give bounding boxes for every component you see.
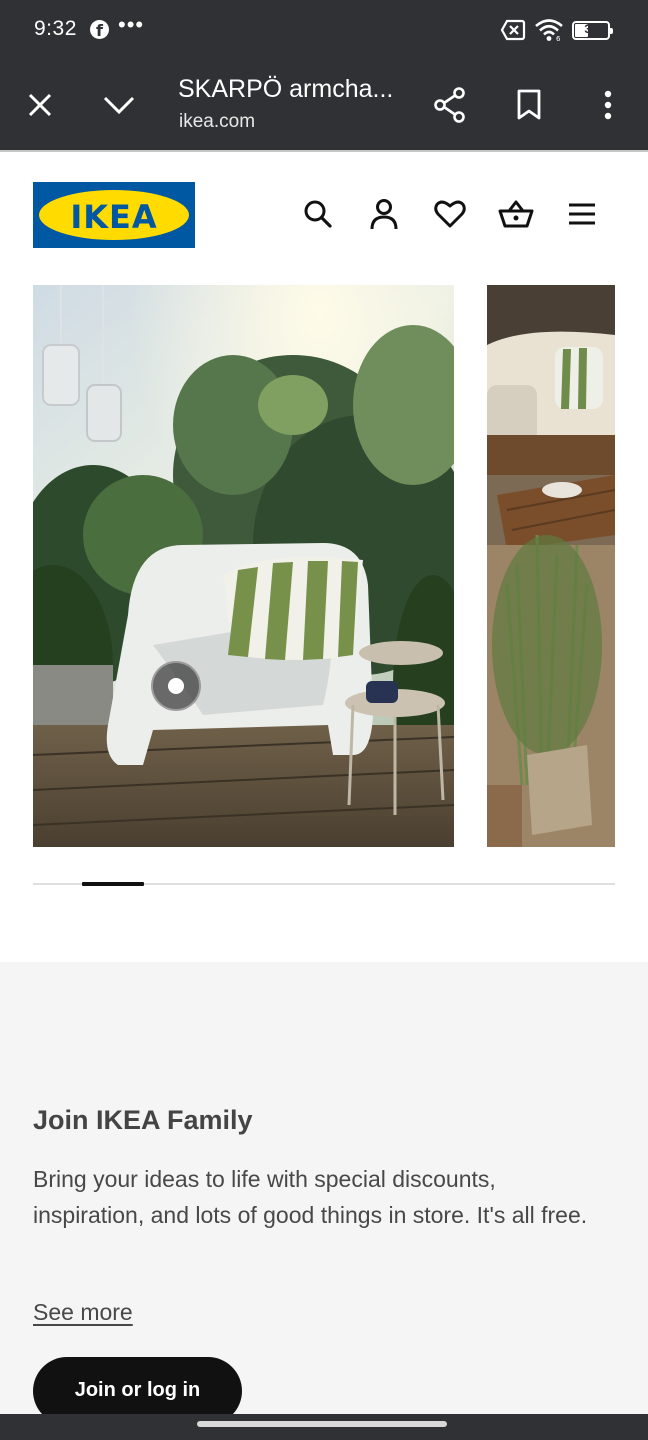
page-title[interactable]: SKARPÖ armcha... <box>178 75 393 104</box>
close-tab-button[interactable] <box>15 80 65 130</box>
basket-icon <box>498 200 534 228</box>
facebook-icon: f <box>90 20 109 40</box>
basket-button[interactable] <box>498 196 534 232</box>
more-options-button[interactable] <box>583 80 633 130</box>
wifi-icon: 6 <box>535 19 563 42</box>
ikea-family-section: Join IKEA Family Bring your ideas to lif… <box>0 962 648 1425</box>
logo-wordmark: IKEA <box>70 198 158 236</box>
carousel-scrollbar-thumb[interactable] <box>82 882 144 886</box>
family-description: Bring your ideas to life with special di… <box>33 1166 588 1228</box>
hamburger-menu-icon <box>569 203 595 225</box>
status-overflow: ••• <box>118 12 145 37</box>
no-sim-icon <box>500 19 526 41</box>
armchair-photo <box>33 285 454 847</box>
battery-icon: 39 <box>572 20 613 40</box>
bookmark-icon <box>517 89 541 120</box>
carousel-slide-outdoor-sofa[interactable] <box>487 285 615 847</box>
system-navigation-bar <box>0 1414 648 1440</box>
see-more-link[interactable]: See more <box>33 1299 133 1326</box>
close-icon <box>28 93 52 117</box>
favorites-button[interactable] <box>432 196 468 232</box>
toolbar-divider <box>0 150 648 152</box>
heart-icon <box>434 200 466 228</box>
share-button[interactable] <box>425 80 475 130</box>
carousel-slide-armchair[interactable] <box>33 285 454 847</box>
share-icon <box>434 87 465 123</box>
ikea-logo[interactable]: IKEA <box>33 182 195 248</box>
svg-text:6: 6 <box>556 35 561 42</box>
family-title: Join IKEA Family <box>33 1105 253 1135</box>
bookmark-button[interactable] <box>504 80 554 130</box>
minimize-button[interactable] <box>94 80 144 130</box>
account-button[interactable] <box>366 196 402 232</box>
battery-level: 39 <box>584 21 598 36</box>
page-url[interactable]: ikea.com <box>179 111 255 133</box>
account-icon <box>370 199 398 230</box>
menu-button[interactable] <box>564 196 600 232</box>
home-gesture-handle[interactable] <box>197 1421 447 1427</box>
outdoor-sofa-photo <box>487 285 615 847</box>
more-vert-icon <box>604 90 612 120</box>
status-bar: 9:32 f ••• 6 39 <box>0 0 648 60</box>
browser-toolbar: SKARPÖ armcha... ikea.com <box>0 60 648 150</box>
chevron-down-icon <box>103 96 135 115</box>
product-hotspot[interactable] <box>151 661 201 711</box>
search-button[interactable] <box>300 196 336 232</box>
search-icon <box>304 200 332 228</box>
status-time: 9:32 <box>34 17 77 40</box>
